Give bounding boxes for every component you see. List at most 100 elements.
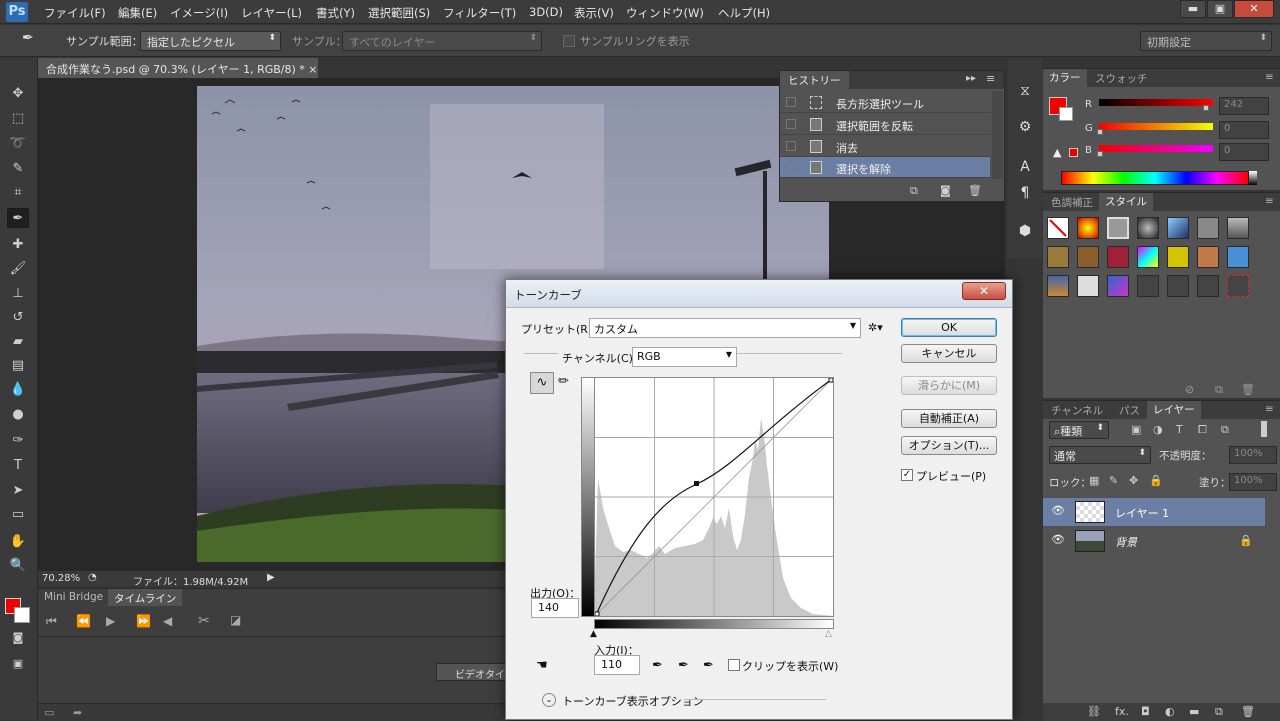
collapse-icon[interactable]: ▸▸ bbox=[966, 73, 976, 84]
background-color-swatch[interactable] bbox=[1059, 107, 1073, 121]
audio-icon[interactable]: ◀ bbox=[163, 614, 172, 628]
menu-window[interactable]: ウィンドウ(W) bbox=[626, 5, 704, 21]
style-swatch[interactable] bbox=[1137, 246, 1159, 268]
history-item-selected[interactable]: 選択を解除 bbox=[780, 157, 990, 178]
menu-file[interactable]: ファイル(F) bbox=[44, 5, 106, 21]
panel-menu-icon[interactable]: ≡ bbox=[986, 72, 995, 85]
lock-transparent-icon[interactable]: ▦ bbox=[1089, 474, 1099, 487]
marquee-tool-icon[interactable]: ⬚ bbox=[7, 109, 29, 129]
style-swatch[interactable] bbox=[1227, 246, 1249, 268]
g-slider[interactable] bbox=[1099, 123, 1213, 130]
menu-view[interactable]: 表示(V) bbox=[574, 5, 614, 21]
smooth-button[interactable]: 滑らかに(M) bbox=[901, 376, 997, 395]
style-swatch[interactable] bbox=[1107, 246, 1129, 268]
pen-tool-icon[interactable]: ✑ bbox=[7, 431, 29, 451]
dialog-titlebar[interactable]: トーンカーブ ✕ bbox=[506, 280, 1012, 308]
show-ring-checkbox[interactable] bbox=[563, 35, 575, 47]
input-field[interactable]: 110 bbox=[594, 655, 640, 675]
adjustment-layer-icon[interactable]: ◐ bbox=[1165, 705, 1175, 718]
b-slider-handle[interactable] bbox=[1097, 151, 1103, 157]
history-panel-icon[interactable]: ⧖ bbox=[1016, 82, 1034, 100]
tab-history[interactable]: ヒストリー bbox=[780, 71, 849, 89]
status-icon[interactable]: ◔ bbox=[88, 572, 97, 583]
style-swatch[interactable] bbox=[1197, 275, 1219, 297]
path-select-tool-icon[interactable]: ➤ bbox=[7, 481, 29, 501]
brush-tool-icon[interactable]: 🖌 bbox=[7, 259, 29, 279]
tab-paths[interactable]: パス bbox=[1119, 403, 1140, 418]
fx-icon[interactable]: fx. bbox=[1115, 705, 1129, 718]
curve-edit-points-icon[interactable]: ∿ bbox=[530, 372, 554, 394]
link-layers-icon[interactable]: ⛓ bbox=[1087, 705, 1101, 718]
white-point-slider[interactable]: △ bbox=[825, 629, 832, 639]
white-eyedropper-icon[interactable]: ✒ bbox=[703, 658, 714, 673]
new-document-from-state-icon[interactable]: ⧉ bbox=[910, 184, 918, 198]
style-none-swatch[interactable] bbox=[1047, 217, 1069, 239]
gradient-tool-icon[interactable]: ▤ bbox=[7, 356, 29, 376]
new-style-icon[interactable]: ⧉ bbox=[1215, 383, 1223, 397]
workspace-select[interactable]: 初期設定 ⬍ bbox=[1140, 31, 1272, 51]
healing-brush-tool-icon[interactable]: ✚ bbox=[7, 235, 29, 255]
style-swatch[interactable] bbox=[1077, 275, 1099, 297]
new-group-icon[interactable]: ▬ bbox=[1189, 705, 1199, 718]
visibility-eye-icon[interactable]: 👁 bbox=[1051, 504, 1065, 517]
quick-select-tool-icon[interactable]: ✎ bbox=[7, 159, 29, 179]
r-slider[interactable] bbox=[1099, 99, 1213, 106]
options-button[interactable]: オプション(T)... bbox=[901, 436, 997, 455]
quick-mask-icon[interactable]: ◙ bbox=[7, 628, 29, 648]
close-tab-icon[interactable]: × bbox=[308, 63, 317, 76]
style-swatch[interactable] bbox=[1227, 217, 1249, 239]
auto-button[interactable]: 自動補正(A) bbox=[901, 409, 997, 428]
menu-layer[interactable]: レイヤー(L) bbox=[241, 5, 302, 21]
curve-graph[interactable] bbox=[594, 377, 834, 617]
tab-color[interactable]: カラー bbox=[1043, 69, 1087, 87]
eyedropper-tool-icon[interactable]: ✒ bbox=[7, 208, 29, 228]
visibility-eye-icon[interactable]: 👁 bbox=[1051, 533, 1065, 546]
style-swatch[interactable] bbox=[1197, 217, 1219, 239]
style-swatch-selected[interactable] bbox=[1107, 217, 1129, 239]
targeted-adjustment-tool-icon[interactable]: ☚ bbox=[536, 658, 548, 673]
style-swatch[interactable] bbox=[1047, 275, 1069, 297]
dialog-close-button[interactable]: ✕ bbox=[962, 282, 1006, 300]
move-tool-icon[interactable]: ✥ bbox=[7, 84, 29, 104]
add-mask-icon[interactable]: ◘ bbox=[1141, 705, 1150, 718]
fill-field[interactable]: 100% bbox=[1229, 473, 1277, 491]
history-item[interactable]: 長方形選択ツール bbox=[780, 92, 990, 113]
blur-tool-icon[interactable]: 💧 bbox=[7, 380, 29, 400]
dodge-tool-icon[interactable]: ● bbox=[7, 405, 29, 425]
zoom-level[interactable]: 70.28% bbox=[42, 573, 80, 584]
panel-menu-icon[interactable]: ≡ bbox=[1265, 195, 1274, 207]
opacity-field[interactable]: 100% bbox=[1229, 446, 1277, 464]
blend-mode-select[interactable]: 通常 ⬍ bbox=[1049, 446, 1151, 464]
color-spectrum-bar[interactable] bbox=[1061, 171, 1249, 185]
filter-smart-object-icon[interactable]: ⧉ bbox=[1221, 423, 1229, 437]
tab-layers[interactable]: レイヤー bbox=[1147, 401, 1201, 419]
style-swatch[interactable] bbox=[1167, 217, 1189, 239]
next-frame-icon[interactable]: ⏩ bbox=[136, 614, 151, 628]
style-swatch[interactable] bbox=[1137, 275, 1159, 297]
style-swatch[interactable] bbox=[1227, 275, 1249, 297]
trash-icon[interactable]: 🗑 bbox=[1241, 705, 1255, 718]
rectangle-tool-icon[interactable]: ▭ bbox=[7, 505, 29, 525]
type-tool-icon[interactable]: T bbox=[7, 456, 29, 476]
preset-options-gear-icon[interactable]: ✲▾ bbox=[868, 321, 883, 334]
history-scrollbar[interactable] bbox=[992, 91, 1003, 179]
history-item[interactable]: 消去 bbox=[780, 136, 990, 157]
split-icon[interactable]: ✂ bbox=[198, 613, 210, 629]
style-swatch[interactable] bbox=[1107, 275, 1129, 297]
panel-menu-icon[interactable]: ≡ bbox=[1265, 71, 1274, 83]
restore-button[interactable]: ▣ bbox=[1207, 0, 1233, 18]
filter-type-icon[interactable]: T bbox=[1176, 423, 1183, 436]
camera-icon[interactable]: ◙ bbox=[940, 184, 951, 197]
sample-select[interactable]: すべてのレイヤー ⬍ bbox=[342, 31, 542, 51]
style-swatch[interactable] bbox=[1047, 246, 1069, 268]
history-checkbox[interactable] bbox=[786, 141, 796, 151]
channel-select[interactable]: RGB ▼ bbox=[632, 347, 737, 367]
paragraph-panel-icon[interactable]: ¶ bbox=[1016, 184, 1034, 202]
history-checkbox[interactable] bbox=[786, 119, 796, 129]
menu-filter[interactable]: フィルター(T) bbox=[443, 5, 516, 21]
b-value-field[interactable]: 0 bbox=[1219, 143, 1269, 161]
show-clipping-checkbox[interactable] bbox=[728, 659, 740, 671]
filter-shape-icon[interactable]: ⧠ bbox=[1198, 423, 1207, 437]
history-brush-tool-icon[interactable]: ↺ bbox=[7, 308, 29, 328]
layer-row-selected[interactable]: 👁 レイヤー 1 bbox=[1043, 498, 1265, 526]
